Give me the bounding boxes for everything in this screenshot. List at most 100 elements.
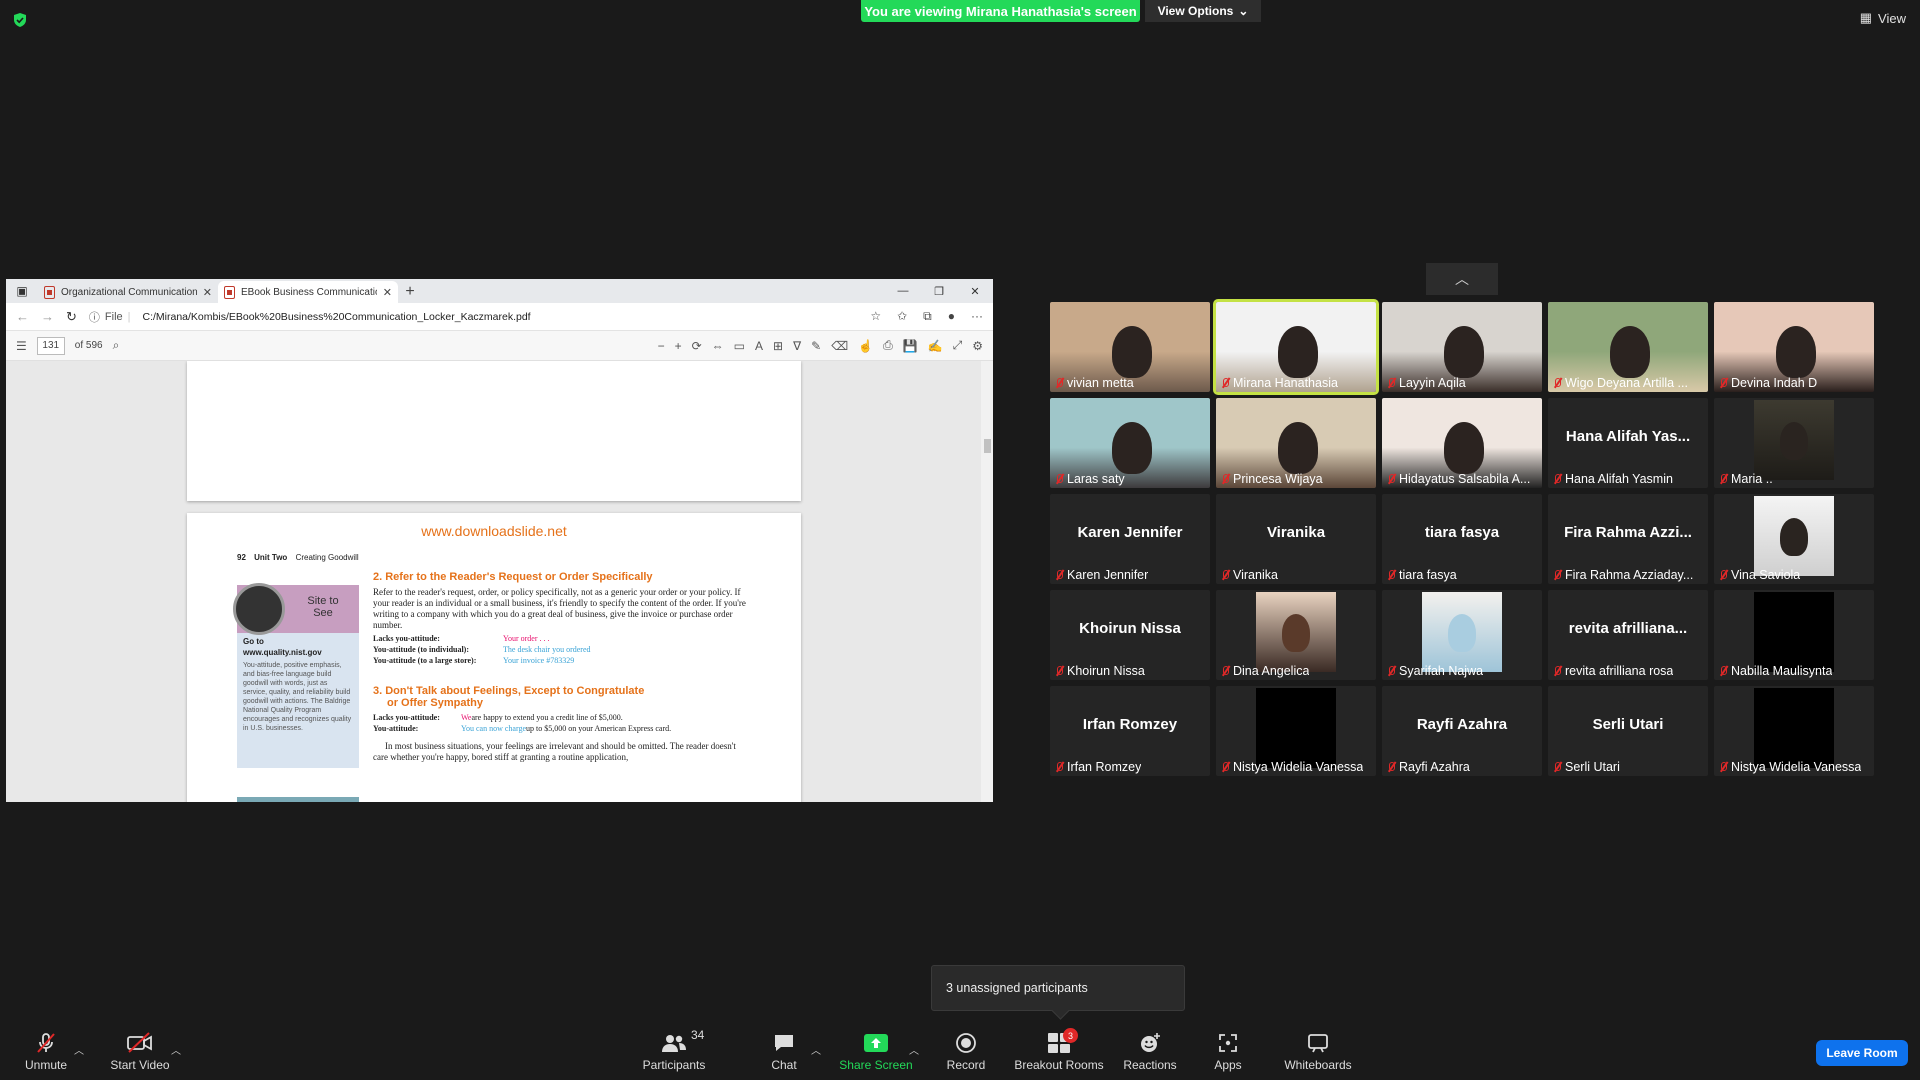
participant-tile[interactable]: Princesa Wijaya	[1216, 398, 1376, 488]
chat-options-caret-icon[interactable]: ︿	[811, 1042, 821, 1057]
touch-icon[interactable]: ☝	[858, 339, 873, 353]
participant-tile[interactable]: Rayfi Azahra Rayfi Azahra	[1382, 686, 1542, 776]
pdf-scrollbar[interactable]	[981, 361, 993, 802]
participant-tile[interactable]: Hidayatus Salsabila A...	[1382, 398, 1542, 488]
close-window-icon[interactable]: ✕	[957, 279, 993, 303]
more-icon[interactable]: ···	[971, 309, 983, 324]
participant-tile[interactable]: Layyin Aqila	[1382, 302, 1542, 392]
rotate-icon[interactable]: ⟳	[692, 339, 702, 353]
participant-tile[interactable]: Khoirun Nissa Khoirun Nissa	[1050, 590, 1210, 680]
settings-gear-icon[interactable]: ⚙	[972, 339, 983, 353]
participant-tile[interactable]: Serli Utari Serli Utari	[1548, 686, 1708, 776]
fullscreen-icon[interactable]: ⤢	[953, 338, 963, 353]
security-shield-icon[interactable]	[12, 12, 28, 28]
viewing-screen-banner: You are viewing Mirana Hanathasia's scre…	[861, 0, 1140, 22]
reactions-button[interactable]: Reactions	[1123, 1024, 1177, 1080]
whiteboards-button[interactable]: Whiteboards	[1282, 1024, 1354, 1080]
participant-tile[interactable]: Laras saty	[1050, 398, 1210, 488]
share-options-caret-icon[interactable]: ︿	[909, 1042, 919, 1057]
browser-tab[interactable]: Organizational Communication ... ✕	[38, 281, 218, 303]
read-aloud-icon[interactable]: A	[755, 339, 763, 353]
save-icon[interactable]: 💾	[903, 339, 918, 353]
scrollbar-thumb[interactable]	[984, 439, 991, 453]
erase-icon[interactable]: ⌫	[831, 339, 848, 353]
forward-icon[interactable]: →	[41, 309, 54, 324]
participant-tile[interactable]: Viranika Viranika	[1216, 494, 1376, 584]
participants-button[interactable]: 34 Participants	[640, 1024, 708, 1080]
participant-tile[interactable]: Dina Angelica	[1216, 590, 1376, 680]
highlight-icon[interactable]: ✎	[811, 339, 821, 353]
participant-tile[interactable]: Maria ..	[1714, 398, 1874, 488]
fit-page-icon[interactable]: ⇔	[712, 339, 724, 353]
zoom-out-icon[interactable]: −	[658, 339, 665, 353]
favorite-icon[interactable]: ☆	[870, 309, 881, 324]
contents-icon[interactable]: ☰	[16, 339, 27, 353]
print-icon[interactable]: ⎙	[883, 338, 893, 353]
address-prefix: File	[104, 310, 123, 323]
view-options-button[interactable]: View Options ⌄	[1145, 0, 1261, 22]
start-video-button[interactable]: Start Video	[104, 1024, 176, 1080]
participant-tile[interactable]: Vina Saviola	[1714, 494, 1874, 584]
maximize-icon[interactable]: ❐	[921, 279, 957, 303]
text-icon[interactable]: ⊞	[773, 339, 783, 353]
page-number-input[interactable]: 131	[36, 336, 65, 355]
collections-icon[interactable]: ⧉	[923, 309, 932, 324]
participant-tile[interactable]: Fira Rahma Azzi... Fira Rahma Azziaday...	[1548, 494, 1708, 584]
video-options-caret-icon[interactable]: ︿	[171, 1042, 181, 1057]
share-screen-button[interactable]: Share Screen	[838, 1024, 914, 1080]
collapse-gallery-button[interactable]: ︿	[1426, 263, 1498, 295]
view-label: View	[1878, 10, 1906, 26]
video-off-icon	[127, 1032, 152, 1053]
participant-tile[interactable]: Hana Alifah Yas... Hana Alifah Yasmin	[1548, 398, 1708, 488]
participant-tile[interactable]: revita afrilliana... revita afrilliana ro…	[1548, 590, 1708, 680]
participant-tile[interactable]: Nistya Widelia Vanessa	[1216, 686, 1376, 776]
close-tab-icon[interactable]: ✕	[203, 286, 212, 299]
participant-tile[interactable]: Karen Jennifer Karen Jennifer	[1050, 494, 1210, 584]
pdf-viewer[interactable]: www.downloadslide.net 92 Unit Two Creati…	[6, 361, 993, 802]
search-icon[interactable]: ⌕	[113, 338, 120, 353]
url-field[interactable]: C:/Mirana/Kombis/EBook%20Business%20Comm…	[143, 311, 859, 323]
participant-tile[interactable]: tiara fasya tiara fasya	[1382, 494, 1542, 584]
reload-icon[interactable]: ↻	[66, 309, 77, 325]
participant-name: Laras saty	[1067, 472, 1125, 486]
record-button[interactable]: Record	[940, 1024, 992, 1080]
profile-icon[interactable]: ●	[948, 309, 955, 324]
participant-name: Serli Utari	[1565, 760, 1620, 774]
participant-tile[interactable]: Nistya Widelia Vanessa	[1714, 686, 1874, 776]
view-layout-button[interactable]: ▦ View	[1860, 10, 1906, 26]
participant-tile[interactable]: Devina Indah D	[1714, 302, 1874, 392]
section-2-title: 2. Refer to the Reader's Request or Orde…	[373, 571, 653, 583]
participant-tile[interactable]: Wigo Deyana Artilla ...	[1548, 302, 1708, 392]
unmute-button[interactable]: Unmute	[20, 1024, 72, 1080]
participant-tile[interactable]: Nabilla Maulisynta	[1714, 590, 1874, 680]
zoom-in-icon[interactable]: +	[675, 339, 682, 353]
participant-tile[interactable]: Mirana Hanathasia	[1213, 299, 1379, 395]
participant-video	[1256, 592, 1336, 672]
tab-actions-icon[interactable]: ▣	[6, 279, 38, 303]
participant-tile[interactable]: vivian metta	[1050, 302, 1210, 392]
chat-button[interactable]: Chat	[764, 1024, 804, 1080]
back-icon[interactable]: ←	[16, 309, 29, 324]
leave-room-button[interactable]: Leave Room	[1816, 1040, 1908, 1066]
save-as-icon[interactable]: ✍	[928, 339, 943, 353]
new-tab-icon[interactable]: +	[398, 281, 422, 303]
participant-name-label: Fira Rahma Azziaday...	[1552, 568, 1693, 582]
draw-icon[interactable]: ∇	[793, 339, 801, 353]
site-info[interactable]: ⓘ File |	[89, 309, 131, 325]
participant-tile[interactable]: Irfan Romzey Irfan Romzey	[1050, 686, 1210, 776]
page-view-icon[interactable]: ▭	[734, 339, 745, 353]
participant-face	[1444, 326, 1484, 378]
participant-tile[interactable]: Syarifah Najwa	[1382, 590, 1542, 680]
download-link[interactable]: www.downloadslide.net	[187, 523, 801, 539]
favorites-icon[interactable]: ✩	[897, 309, 907, 324]
minimize-icon[interactable]: —	[885, 279, 921, 303]
browser-tab-active[interactable]: EBook Business Communication... ✕	[218, 281, 398, 303]
participant-face	[1278, 422, 1318, 474]
apps-button[interactable]: Apps	[1208, 1024, 1248, 1080]
participant-video	[1754, 400, 1834, 480]
breakout-rooms-button[interactable]: 3 Breakout Rooms	[1012, 1024, 1106, 1080]
meeting-toolbar: Unmute ︿ Start Video ︿ 34 Participants C…	[0, 1024, 1920, 1080]
participant-name-label: Laras saty	[1054, 472, 1125, 486]
audio-options-caret-icon[interactable]: ︿	[74, 1042, 84, 1057]
close-tab-icon[interactable]: ✕	[383, 286, 392, 299]
